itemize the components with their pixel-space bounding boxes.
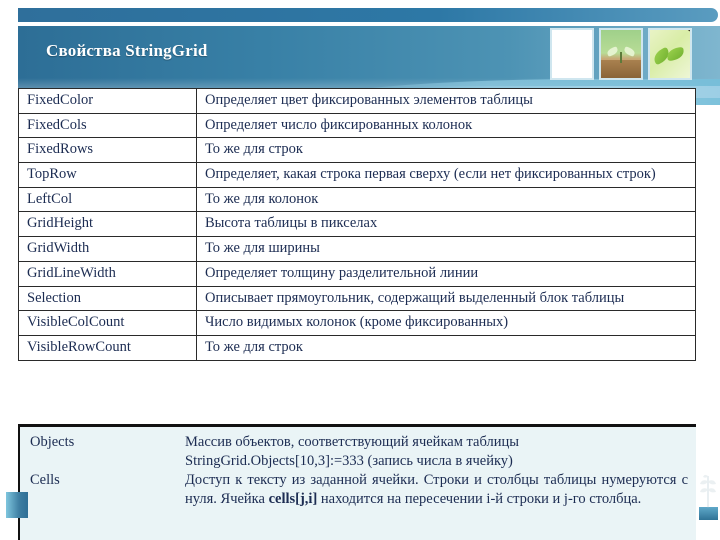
table-row: GridWidth То же для ширины <box>18 236 696 262</box>
header-top-accent-bar <box>18 8 718 22</box>
property-description: Массив объектов, соответствующий ячейкам… <box>185 433 688 471</box>
properties-table-body: FixedColor Определяет цвет фиксированных… <box>18 88 696 361</box>
table-row: LeftCol То же для колонок <box>18 186 696 213</box>
left-accent-tab <box>6 492 28 518</box>
property-name: FixedCols <box>18 112 197 139</box>
table-row: FixedColor Определяет цвет фиксированных… <box>18 88 696 114</box>
property-description: То же для строк <box>196 137 696 164</box>
property-description: Число видимых колонок (кроме фиксированн… <box>196 310 696 336</box>
property-description: Определяет толщину разделительной линии <box>196 260 696 287</box>
properties-table: FixedColor Определяет цвет фиксированных… <box>18 88 696 361</box>
property-name: Cells <box>30 471 60 488</box>
cells-desc-part-2: находится на пересечении i-й строки и j-… <box>317 490 642 507</box>
property-name: GridWidth <box>18 236 197 262</box>
sprout-leaf-right <box>623 46 636 57</box>
branch-shape <box>655 30 690 34</box>
table-row: FixedRows То же для строк <box>18 137 696 164</box>
property-name: GridLineWidth <box>18 260 197 287</box>
sprout-leaf-left <box>606 46 619 57</box>
property-description: Высота таблицы в пикселах <box>196 211 696 238</box>
property-description: Определяет цвет фиксированных элементов … <box>196 88 696 114</box>
right-accent-tab <box>699 507 718 520</box>
property-name: LeftCol <box>18 186 197 213</box>
property-name: Objects <box>30 434 75 450</box>
stem-shape <box>620 52 622 63</box>
objects-desc-line-1: Массив объектов, соответствующий ячейкам… <box>185 434 519 450</box>
property-description: То же для ширины <box>196 236 696 262</box>
bottom-row-objects: Objects Массив объектов, соответствующий… <box>30 433 688 471</box>
table-row: GridHeight Высота таблицы в пикселах <box>18 211 696 238</box>
property-name: TopRow <box>18 162 197 188</box>
table-row: VisibleRowCount То же для строк <box>18 334 696 361</box>
leaf-shape-right <box>666 46 685 62</box>
table-row: FixedCols Определяет число фиксированных… <box>18 112 696 139</box>
slide-canvas: Свойства StringGrid FixedColor Определяе… <box>0 0 720 540</box>
property-name: FixedColor <box>18 88 197 114</box>
table-row: VisibleColCount Число видимых колонок (к… <box>18 310 696 336</box>
property-description: То же для колонок <box>196 186 696 213</box>
property-description: Доступ к тексту из заданной ячейки. Стро… <box>185 471 688 509</box>
table-row: TopRow Определяет, какая строка первая с… <box>18 162 696 188</box>
property-description: Определяет, какая строка первая сверху (… <box>196 162 696 188</box>
page-title: Свойства StringGrid <box>46 41 208 60</box>
property-description: Описывает прямоугольник, содержащий выде… <box>196 285 696 312</box>
table-row: Selection Описывает прямоугольник, содер… <box>18 285 696 312</box>
table-row: GridLineWidth Определяет толщину раздели… <box>18 260 696 287</box>
bottom-highlight-block: Objects Массив объектов, соответствующий… <box>18 424 696 540</box>
blank-thumbnail <box>550 28 594 80</box>
bottom-row-cells: Cells Доступ к тексту из заданной ячейки… <box>30 471 688 509</box>
sprout-watermark-icon <box>700 474 716 508</box>
property-description: То же для строк <box>196 334 696 361</box>
property-name: Selection <box>18 285 197 312</box>
property-name: FixedRows <box>18 137 197 164</box>
property-name: VisibleRowCount <box>18 334 197 361</box>
thumbnail-strip <box>550 28 692 80</box>
property-description: Определяет число фиксированных колонок <box>196 112 696 139</box>
property-name: VisibleColCount <box>18 310 197 336</box>
objects-desc-line-2: StringGrid.Objects[10,3]:=333 (запись чи… <box>185 452 513 469</box>
leaves-photo-thumbnail <box>648 28 692 80</box>
sprout-photo-thumbnail <box>599 28 643 80</box>
cells-desc-bold-code: cells[j,i] <box>268 490 318 507</box>
property-name: GridHeight <box>18 211 197 238</box>
